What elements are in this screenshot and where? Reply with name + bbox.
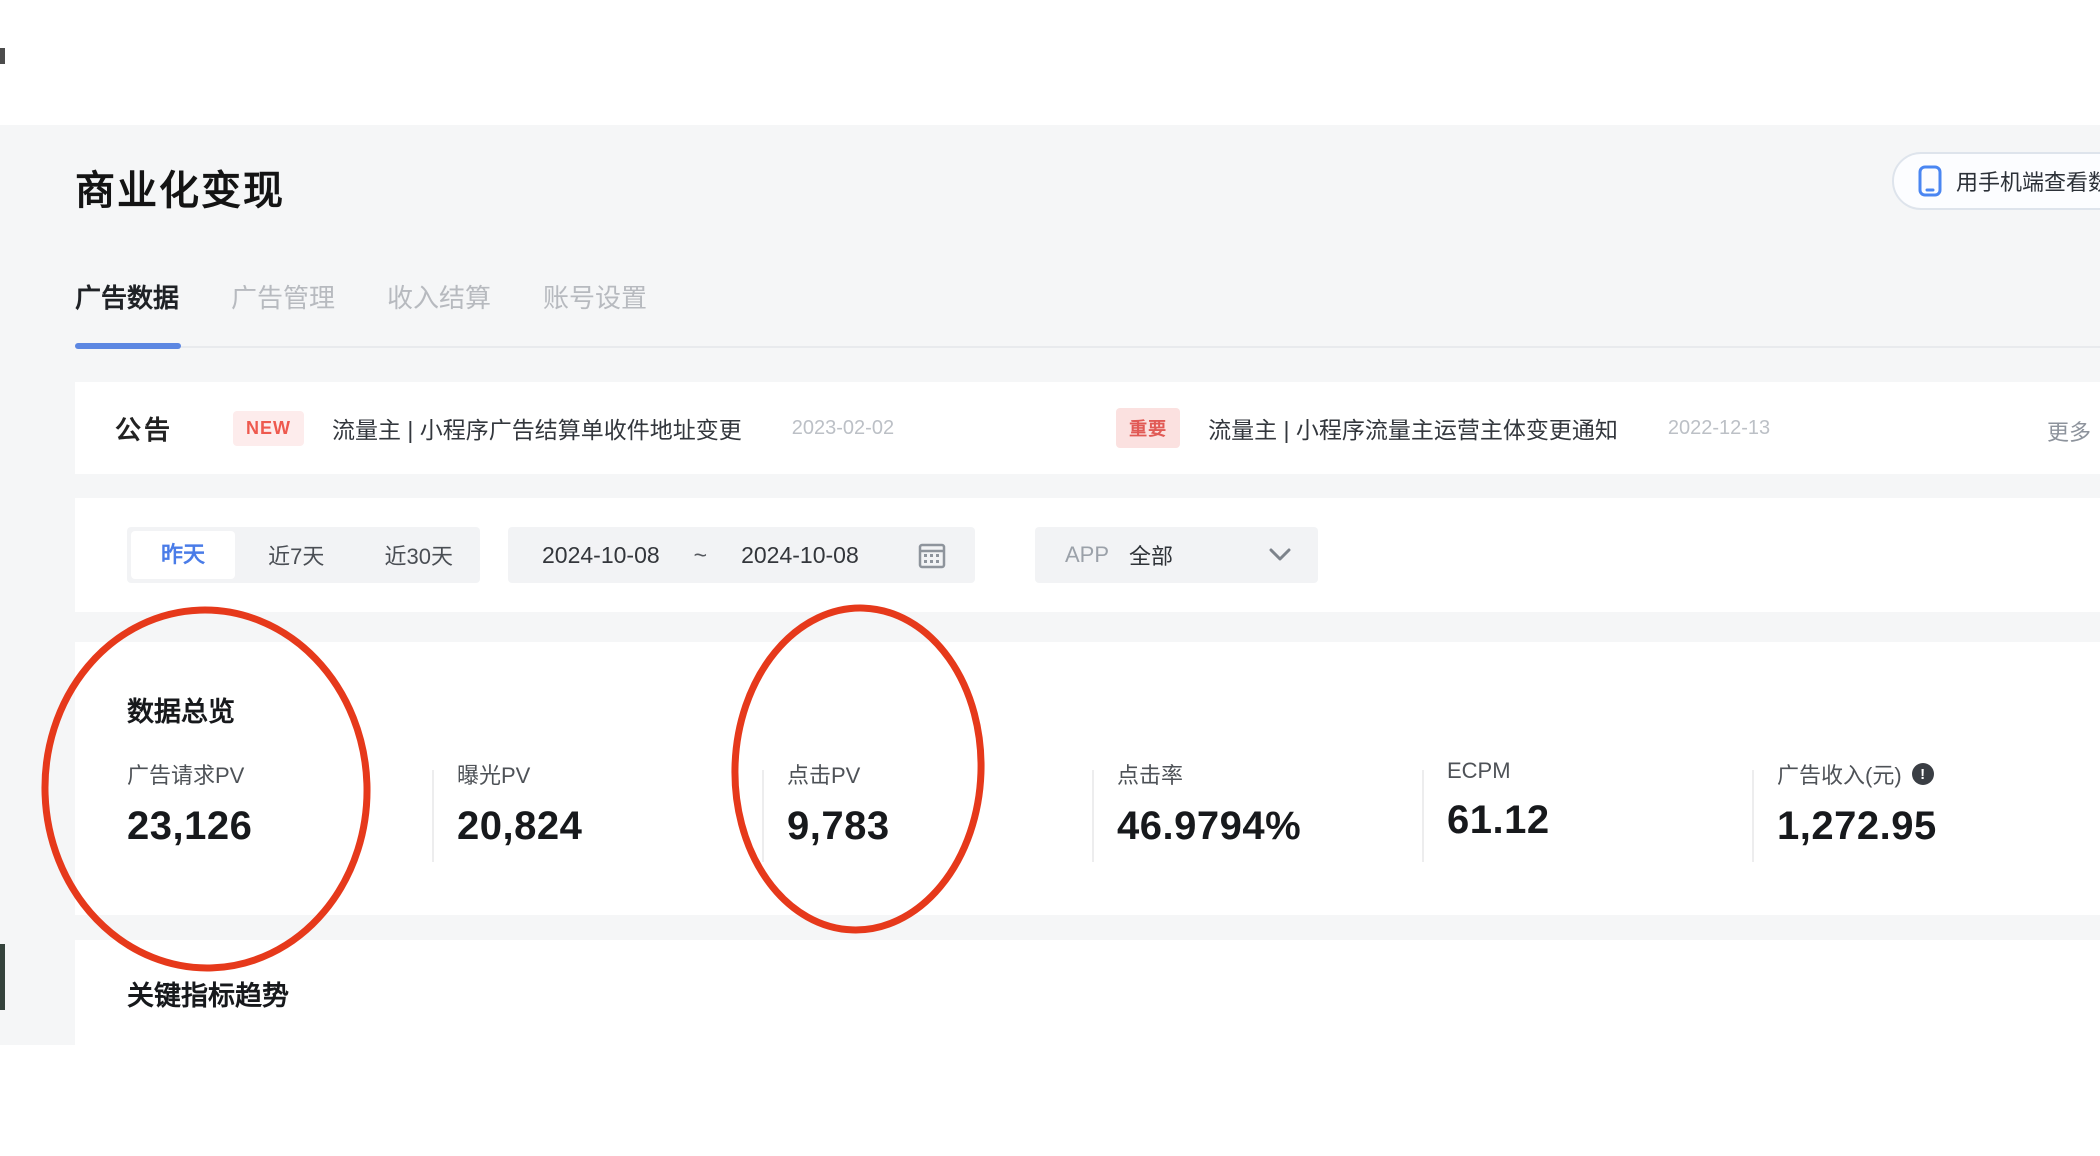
metric-divider — [1092, 770, 1094, 862]
metric-label: 广告请求PV — [127, 763, 245, 788]
view-on-mobile-label: 用手机端查看数据 — [1956, 170, 2100, 195]
badge-new: NEW — [233, 410, 305, 446]
metric-exposure-pv: 曝光PV 20,824 — [457, 758, 757, 849]
metric-ad-revenue: 广告收入(元) ! 1,272.95 — [1777, 758, 2077, 849]
app-select-value: 全部 — [1129, 544, 1174, 569]
metric-label: 广告收入(元) — [1777, 763, 1902, 788]
tab-revenue-settlement[interactable]: 收入结算 — [387, 278, 491, 315]
app-select-label: APP — [1065, 542, 1110, 567]
metric-value: 9,783 — [787, 804, 890, 848]
date-range-picker[interactable]: 2024-10-08 ~ 2024-10-08 — [508, 527, 975, 583]
phone-icon — [1918, 165, 1942, 197]
date-start: 2024-10-08 — [542, 541, 660, 568]
chevron-down-icon — [1268, 547, 1292, 563]
key-trends-heading: 关键指标趋势 — [127, 981, 289, 1011]
metric-value: 1,272.95 — [1777, 804, 1937, 848]
metric-label: ECPM — [1447, 758, 1511, 783]
metric-divider — [432, 770, 434, 862]
screen-edge-artifact — [0, 944, 5, 1010]
tab-bar: 广告数据 广告管理 收入结算 账号设置 — [75, 278, 647, 315]
metric-click-rate: 点击率 46.9794% — [1117, 758, 1417, 849]
metric-value: 61.12 — [1447, 798, 1550, 842]
metric-ecpm: ECPM 61.12 — [1447, 758, 1747, 843]
metric-divider — [1422, 770, 1424, 862]
filter-bar: 昨天 近7天 近30天 2024-10-08 ~ 2024-10-08 APP … — [75, 498, 2100, 612]
view-on-mobile-button[interactable]: 用手机端查看数据 — [1892, 152, 2100, 210]
metric-click-pv: 点击PV 9,783 — [787, 758, 1087, 849]
date-end: 2024-10-08 — [741, 541, 859, 568]
metric-value: 46.9794% — [1117, 804, 1302, 848]
badge-important: 重要 — [1116, 408, 1181, 448]
announcement-date-2: 2022-12-13 — [1667, 416, 1771, 439]
date-quick-range-control: 昨天 近7天 近30天 — [127, 527, 480, 583]
date-separator: ~ — [693, 541, 708, 568]
metric-divider — [762, 770, 764, 862]
announcement-date-1: 2023-02-02 — [791, 416, 895, 439]
page-title: 商业化变现 — [75, 169, 285, 213]
tab-ad-management[interactable]: 广告管理 — [231, 278, 335, 315]
info-icon[interactable]: ! — [1911, 763, 1934, 785]
metric-label: 点击PV — [787, 763, 861, 788]
metric-ad-request-pv: 广告请求PV 23,126 — [127, 758, 427, 849]
calendar-icon — [917, 540, 947, 570]
range-yesterday[interactable]: 昨天 — [131, 531, 235, 579]
announcement-link-2[interactable]: 流量主 | 小程序流量主运营主体变更通知 — [1208, 411, 1618, 445]
metric-label: 点击率 — [1117, 763, 1184, 788]
metric-divider — [1752, 770, 1754, 862]
range-last-30-days[interactable]: 近30天 — [358, 539, 481, 571]
screen-edge-artifact — [0, 48, 5, 64]
tab-account-settings[interactable]: 账号设置 — [543, 278, 647, 315]
key-trends-card: 关键指标趋势 — [75, 940, 2100, 1045]
active-tab-underline — [75, 343, 181, 349]
tab-divider — [75, 346, 2100, 348]
metric-value: 20,824 — [457, 804, 583, 848]
metric-label: 曝光PV — [457, 763, 531, 788]
metric-value: 23,126 — [127, 804, 253, 848]
announcement-bar: 公告 NEW 流量主 | 小程序广告结算单收件地址变更 2023-02-02 重… — [75, 382, 2100, 474]
announcement-link-1[interactable]: 流量主 | 小程序广告结算单收件地址变更 — [332, 411, 742, 445]
data-overview-heading: 数据总览 — [127, 697, 235, 727]
announcement-heading: 公告 — [115, 414, 174, 445]
range-last-7-days[interactable]: 近7天 — [235, 539, 358, 571]
announcement-more-link[interactable]: 更多 — [2047, 415, 2091, 447]
tab-ad-data[interactable]: 广告数据 — [75, 278, 179, 315]
data-overview-card: 数据总览 广告请求PV 23,126 曝光PV 20,824 点击PV 9,78… — [75, 642, 2100, 915]
app-select[interactable]: APP 全部 — [1035, 527, 1318, 583]
